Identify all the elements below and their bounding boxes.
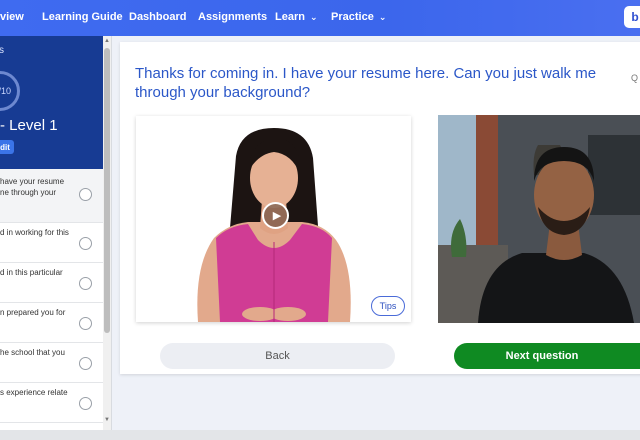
question-snippet: d in this particular [0,268,63,277]
list-item[interactable]: d in this particular [0,263,103,303]
question-list: have your resume ne through your d in wo… [0,169,103,423]
chevron-down-icon: ⌄ [309,12,318,22]
back-button[interactable]: Back [160,343,395,369]
nav-learning-guide[interactable]: Learning Guide [42,11,123,23]
list-item[interactable]: he school that you [0,343,103,383]
interviewer-video[interactable]: ▶ Tips [136,116,411,322]
question-status-radio [79,357,92,370]
nav-learn-label: Learn [275,11,305,23]
question-status-radio [79,188,92,201]
nav-assignments[interactable]: Assignments [198,11,267,23]
scrollbar-thumb[interactable] [104,48,110,333]
list-item[interactable]: d in working for this [0,223,103,263]
list-item[interactable]: s experience relate [0,383,103,423]
question-snippet: have your resume ne through your [0,177,65,197]
nav-learn[interactable]: Learn ⌄ [275,11,318,23]
scroll-up-icon[interactable]: ▲ [104,38,110,44]
user-webcam [438,115,640,323]
webcam-illustration [438,115,640,323]
question-status-radio [79,237,92,250]
sidebar-header-label: s [0,45,4,56]
question-status-radio [79,397,92,410]
question-snippet: he school that you [0,348,65,357]
score-text: /10 [0,86,11,96]
main-area: Thanks for coming in. I have your resume… [112,36,640,430]
interview-question: Thanks for coming in. I have your resume… [135,65,597,101]
play-icon[interactable]: ▶ [262,202,289,229]
nav-practice[interactable]: Practice ⌄ [331,11,386,23]
chevron-down-icon: ⌄ [378,12,387,22]
app-badge[interactable]: b [624,6,640,28]
nav-dashboard[interactable]: Dashboard [129,11,186,23]
score-ring: /10 [0,71,20,111]
nav-overview[interactable]: view [0,11,24,23]
scroll-down-icon[interactable]: ▼ [104,417,110,423]
question-snippet: d in working for this [0,228,69,237]
bottom-strip [0,430,640,440]
list-item[interactable]: have your resume ne through your [0,169,103,223]
sidebar: s /10 - Level 1 dit have your resume ne … [0,36,112,430]
top-nav: view Learning Guide Dashboard Assignment… [0,0,640,36]
question-corner-label: Q [631,73,639,83]
question-status-radio [79,317,92,330]
list-item[interactable]: n prepared you for [0,303,103,343]
level-title: - Level 1 [0,117,58,134]
edit-button[interactable]: dit [0,140,14,154]
nav-practice-label: Practice [331,11,374,23]
tips-button[interactable]: Tips [371,296,405,316]
question-snippet: s experience relate [0,388,68,397]
question-card: Thanks for coming in. I have your resume… [120,42,640,374]
question-snippet: n prepared you for [0,308,66,317]
next-question-button[interactable]: Next question [454,343,640,369]
sidebar-header: s /10 - Level 1 dit [0,36,103,169]
question-status-radio [79,277,92,290]
